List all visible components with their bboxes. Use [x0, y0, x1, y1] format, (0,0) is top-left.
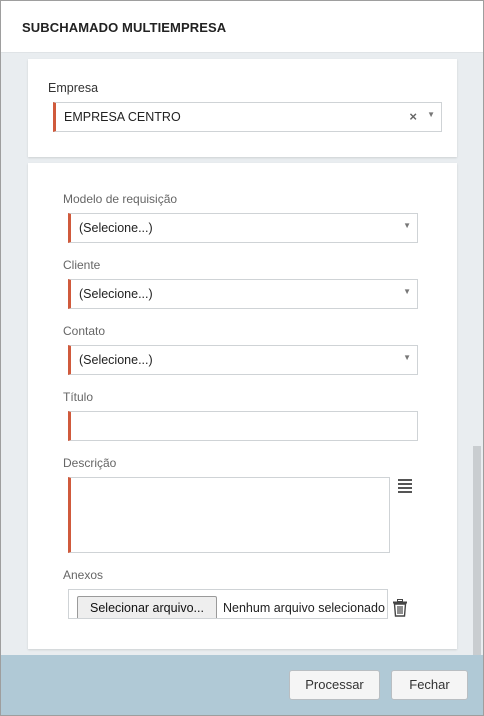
select-file-button[interactable]: Selecionar arquivo...: [77, 596, 217, 618]
modelo-label: Modelo de requisição: [63, 192, 178, 206]
empresa-card: Empresa EMPRESA CENTRO × ▼: [28, 59, 457, 157]
empresa-select[interactable]: EMPRESA CENTRO × ▼: [53, 102, 442, 132]
contato-select-value: (Selecione...): [79, 353, 153, 367]
dialog-title: SUBCHAMADO MULTIEMPRESA: [22, 20, 227, 35]
descricao-textarea[interactable]: [68, 477, 390, 553]
dialog-header: SUBCHAMADO MULTIEMPRESA: [1, 1, 483, 53]
cliente-select-value: (Selecione...): [79, 287, 153, 301]
form-card: Modelo de requisição (Selecione...) ▼ Cl…: [28, 163, 457, 649]
menu-icon[interactable]: [398, 479, 412, 493]
vertical-scrollbar[interactable]: [473, 53, 481, 655]
cliente-label: Cliente: [63, 258, 101, 272]
chevron-down-icon[interactable]: ▼: [403, 353, 411, 362]
chevron-down-icon[interactable]: ▼: [403, 221, 411, 230]
dialog-window: SUBCHAMADO MULTIEMPRESA Empresa EMPRESA …: [0, 0, 484, 716]
file-input[interactable]: Selecionar arquivo... Nenhum arquivo sel…: [68, 589, 388, 619]
process-button[interactable]: Processar: [289, 670, 380, 700]
contato-select[interactable]: (Selecione...) ▼: [68, 345, 418, 375]
modelo-select[interactable]: (Selecione...) ▼: [68, 213, 418, 243]
close-button[interactable]: Fechar: [391, 670, 468, 700]
anexos-label: Anexos: [63, 568, 104, 582]
cliente-select[interactable]: (Selecione...) ▼: [68, 279, 418, 309]
dialog-footer: Processar Fechar: [1, 655, 483, 715]
modelo-select-value: (Selecione...): [79, 221, 153, 235]
chevron-down-icon[interactable]: ▼: [427, 110, 435, 119]
scrollbar-thumb[interactable]: [473, 446, 481, 655]
titulo-label: Título: [63, 390, 94, 404]
chevron-down-icon[interactable]: ▼: [403, 287, 411, 296]
titulo-input[interactable]: [68, 411, 418, 441]
file-status-text: Nenhum arquivo selecionado: [223, 601, 385, 615]
empresa-select-value: EMPRESA CENTRO: [64, 110, 181, 124]
descricao-label: Descrição: [63, 456, 117, 470]
trash-icon[interactable]: [392, 599, 408, 617]
contato-label: Contato: [63, 324, 106, 338]
empresa-label: Empresa: [48, 81, 99, 95]
clear-icon[interactable]: ×: [409, 109, 417, 124]
